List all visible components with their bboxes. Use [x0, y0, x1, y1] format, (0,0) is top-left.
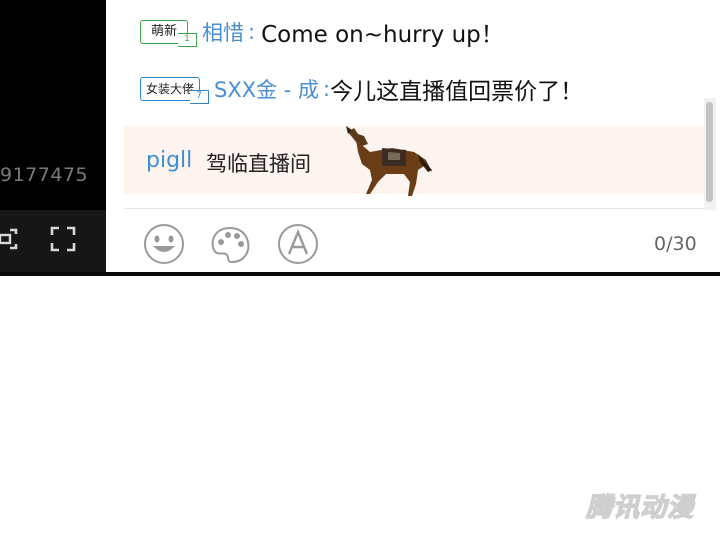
fan-badge-name: 萌新: [151, 24, 178, 39]
chat-message: 女装大佬 7 SXX金 - 成 : 今儿这直播值回票价了！: [140, 72, 583, 106]
screenshot-panel: 9177475 萌新 1 相惜 : Come on~hurry up！ 女装大佬: [0, 0, 720, 277]
screenshot-border: [0, 272, 720, 276]
fullscreen-icon[interactable]: [50, 226, 76, 252]
chat-message-text: Come on~hurry up！: [261, 22, 504, 48]
fan-badge[interactable]: 萌新 1: [140, 20, 198, 47]
chat-message: 萌新 1 相惜 : Come on~hurry up！: [140, 15, 504, 49]
picture-in-picture-icon[interactable]: [0, 226, 18, 252]
player-controls-bar: [0, 210, 106, 272]
watermark-text: 腾讯动漫: [585, 493, 696, 522]
chat-username[interactable]: 相惜: [202, 17, 244, 47]
fan-badge-name: 女装大佬: [146, 82, 195, 96]
viewer-count: 9177475: [0, 164, 89, 186]
chat-scrollbar[interactable]: [704, 98, 716, 210]
watermark-logo: 腾讯动漫: [584, 492, 696, 522]
welcome-banner: pigll 驾临直播间: [124, 126, 704, 196]
chat-separator: :: [323, 77, 331, 101]
input-divider: [124, 208, 704, 209]
fan-badge[interactable]: 女装大佬 7: [140, 77, 210, 104]
horse-mount-icon: [346, 126, 432, 196]
chat-panel: 萌新 1 相惜 : Come on~hurry up！ 女装大佬 7 SXX金 …: [124, 0, 720, 272]
chat-separator: :: [248, 20, 256, 44]
welcome-text: 驾临直播间: [206, 152, 311, 176]
fan-badge-level: 1: [178, 33, 198, 47]
scrollbar-thumb[interactable]: [706, 102, 713, 202]
fan-badge-level: 7: [190, 90, 210, 104]
palette-icon[interactable]: [208, 222, 252, 266]
emoji-smile-icon[interactable]: [142, 222, 186, 266]
video-player[interactable]: 9177475: [0, 0, 106, 272]
welcome-username[interactable]: pigll: [146, 148, 192, 173]
font-style-icon[interactable]: [276, 222, 320, 266]
chat-username[interactable]: SXX金 - 成: [214, 74, 319, 104]
chat-message-text: 今儿这直播值回票价了！: [330, 79, 584, 105]
char-count: 0/30: [654, 233, 697, 255]
